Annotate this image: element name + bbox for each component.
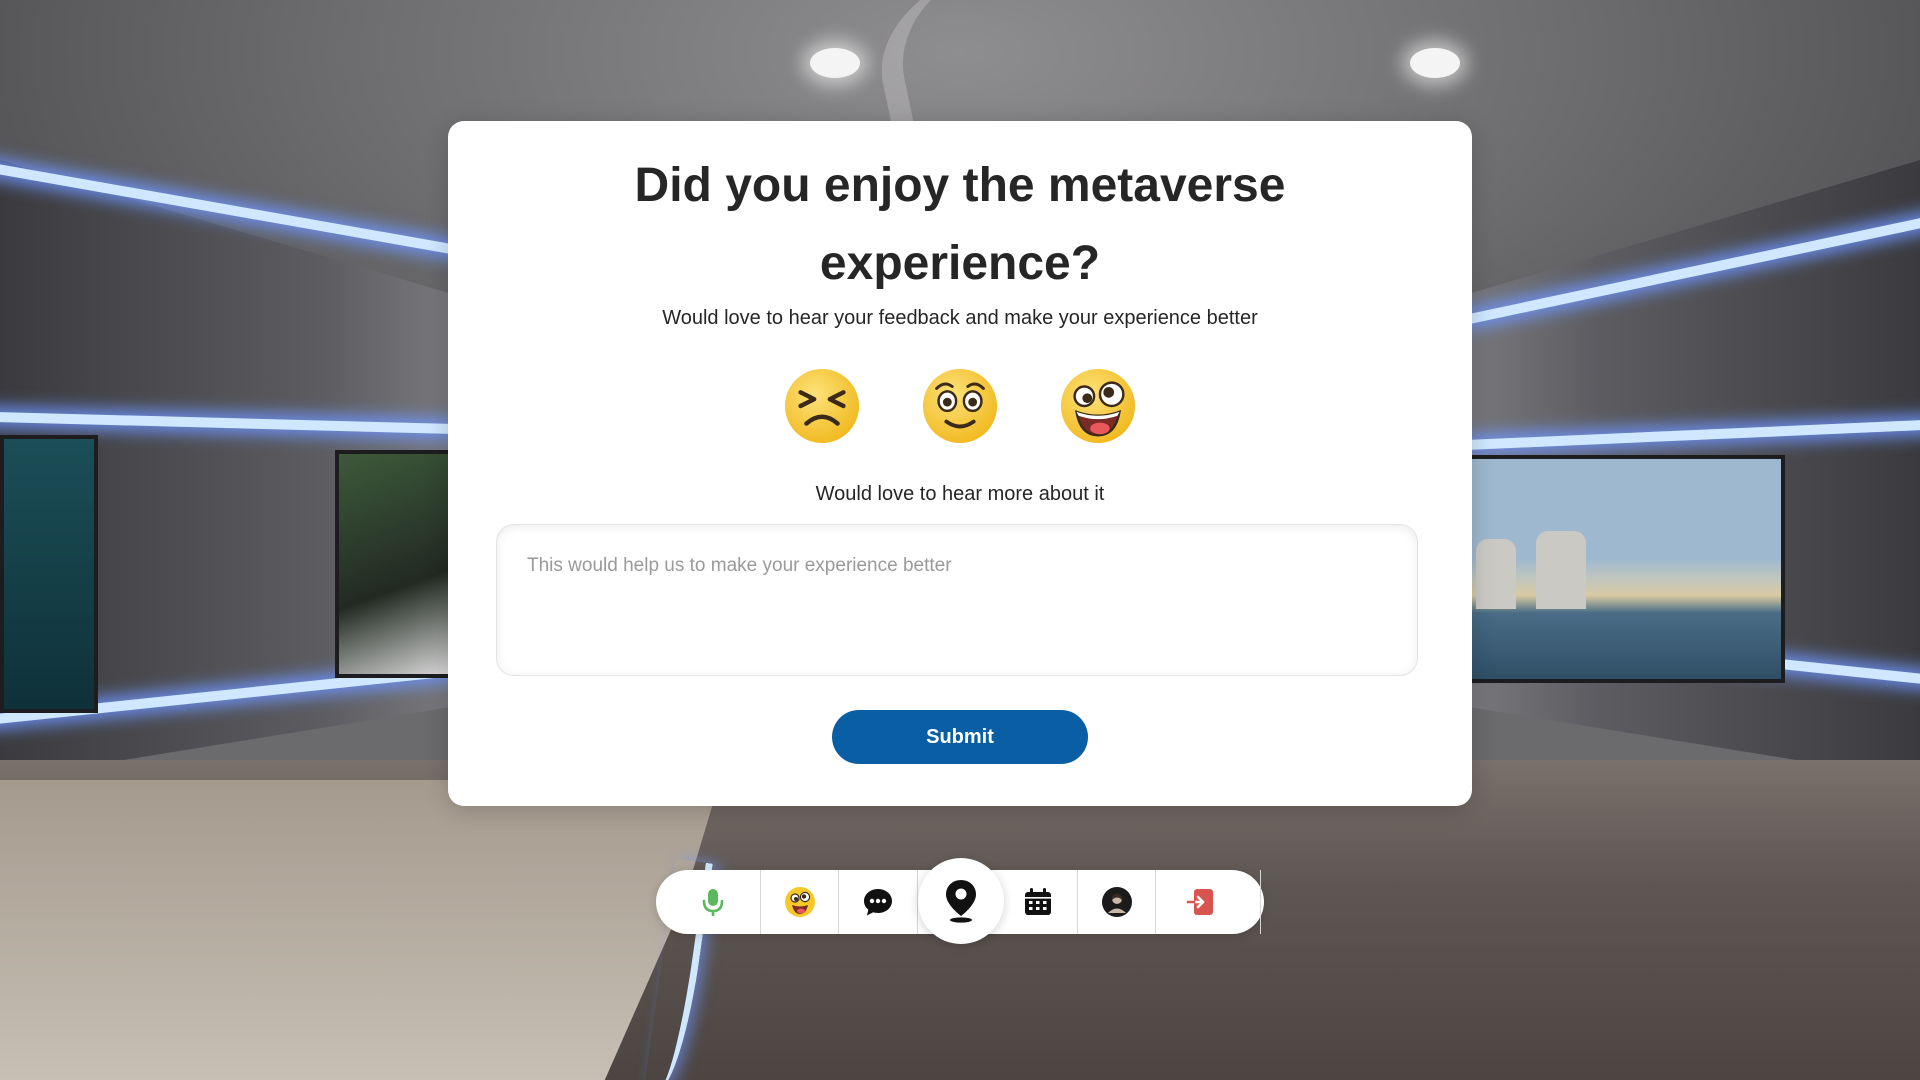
- comment-label: Would love to hear more about it: [815, 483, 1105, 505]
- feedback-dialog: Did you enjoy the metaverse experience? …: [448, 121, 1472, 806]
- dialog-subtitle: Would love to hear your feedback and mak…: [662, 307, 1258, 329]
- rating-neutral-button[interactable]: [921, 367, 999, 445]
- ceiling-lamp-left: [810, 48, 860, 78]
- chat-button[interactable]: [839, 870, 918, 934]
- exit-icon: [1186, 889, 1213, 915]
- ceiling-lamp-right: [1410, 48, 1460, 78]
- microphone-button[interactable]: [656, 870, 761, 934]
- exit-button[interactable]: [1156, 870, 1261, 934]
- wall-poster-power-plant: [1452, 455, 1785, 683]
- avatar-icon: [1101, 887, 1132, 917]
- microphone-icon: [702, 889, 724, 916]
- floor-rug: [0, 780, 720, 1080]
- pleading-face-icon: [922, 368, 998, 444]
- emoji-button[interactable]: [761, 870, 839, 934]
- wall-poster: [335, 450, 453, 678]
- rating-happy-button[interactable]: [1059, 367, 1137, 445]
- rating-unhappy-button[interactable]: [783, 367, 861, 445]
- wall-poster: [0, 435, 98, 713]
- chat-icon: [864, 889, 892, 916]
- confounded-face-icon: [784, 368, 860, 444]
- dialog-title: Did you enjoy the metaverse experience?: [634, 159, 1286, 290]
- avatar-button[interactable]: [1078, 870, 1156, 934]
- cooling-tower: [1536, 531, 1586, 609]
- location-pin-icon: [946, 880, 976, 923]
- calendar-icon: [1024, 888, 1051, 915]
- calendar-button[interactable]: [998, 870, 1078, 934]
- emoji-icon: [784, 887, 815, 917]
- bottom-toolbar: [656, 858, 1264, 944]
- rating-options: [496, 367, 1424, 445]
- feedback-comment-field[interactable]: [496, 524, 1418, 676]
- zany-face-icon: [1060, 368, 1136, 444]
- cooling-tower: [1476, 539, 1516, 609]
- location-button[interactable]: [918, 858, 1004, 944]
- submit-button[interactable]: Submit: [832, 710, 1088, 764]
